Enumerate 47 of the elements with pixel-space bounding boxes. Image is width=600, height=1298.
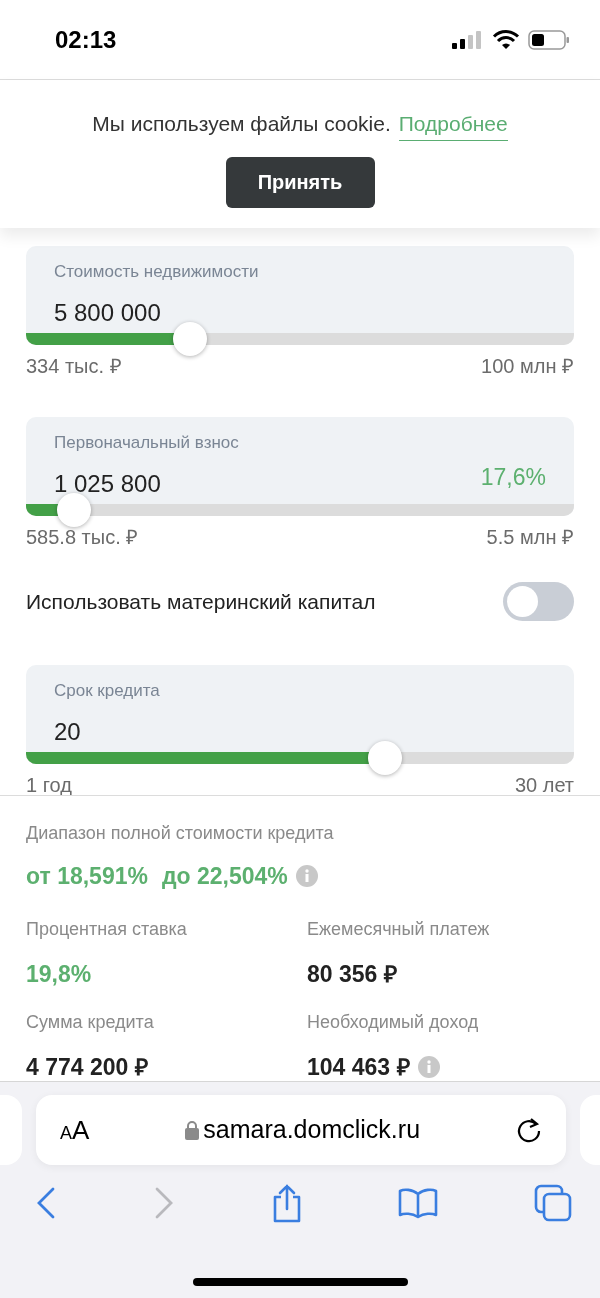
lock-icon <box>185 1120 200 1140</box>
slider[interactable] <box>26 741 574 775</box>
min-label: 1 год <box>26 773 72 795</box>
field-label: Стоимость недвижимости <box>54 261 259 283</box>
address-bar[interactable]: AA samara.domclick.ru <box>36 1095 566 1165</box>
url-text: samara.domclick.ru <box>203 1114 421 1146</box>
field-value[interactable]: 1 025 800 <box>54 465 239 502</box>
field-label: Срок кредита <box>54 680 160 702</box>
max-label: 30 лет <box>514 773 574 795</box>
range-from: от 18,591% <box>26 862 148 891</box>
range-label: Диапазон полной стоимости кредита <box>26 822 335 845</box>
battery-icon <box>528 29 570 50</box>
field-value[interactable]: 5 800 000 <box>54 294 259 331</box>
stat-value: 80 356 ₽ <box>307 959 397 989</box>
stat-value: 4 774 200 ₽ <box>26 1053 148 1082</box>
info-icon <box>295 865 318 888</box>
reload-icon[interactable] <box>516 1116 542 1144</box>
range-to: до 22,504% <box>161 862 288 891</box>
clock: 02:13 <box>55 24 117 55</box>
field-label: Первоначальный взнос <box>54 432 239 454</box>
toggle-switch[interactable] <box>503 582 574 621</box>
tabs-icon[interactable] <box>534 1184 572 1222</box>
accept-button[interactable]: Принять <box>225 156 375 208</box>
back-icon[interactable] <box>35 1186 57 1220</box>
stat-value: 104 463 ₽ <box>307 1053 410 1082</box>
cookie-message: Мы используем файлы cookie. <box>92 111 391 137</box>
slider[interactable] <box>26 322 574 356</box>
toggle-label: Использовать материнский капитал <box>26 588 376 615</box>
stat-value: 19,8% <box>26 959 92 989</box>
stat-label: Сумма кредита <box>26 1011 155 1034</box>
book-icon[interactable] <box>398 1187 439 1219</box>
max-label: 100 млн ₽ <box>481 354 574 379</box>
wifi-icon <box>492 29 520 50</box>
min-label: 585.8 тыс. ₽ <box>26 525 139 550</box>
slider-thumb[interactable] <box>367 741 402 775</box>
signal-icon <box>452 30 484 49</box>
min-label: 334 тыс. ₽ <box>26 354 122 379</box>
max-label: 5.5 млн ₽ <box>486 525 574 550</box>
stat-label: Процентная ставка <box>26 917 188 941</box>
slider-thumb[interactable] <box>57 493 92 527</box>
slider-thumb[interactable] <box>173 322 208 356</box>
stat-label: Необходимый доход <box>307 1011 480 1034</box>
slider[interactable] <box>26 493 574 527</box>
stat-label: Ежемесячный платеж <box>307 917 491 941</box>
text-size-button[interactable]: AA <box>60 1110 90 1150</box>
field-value[interactable]: 20 <box>54 713 160 750</box>
percent-value: 17,6% <box>480 463 546 492</box>
